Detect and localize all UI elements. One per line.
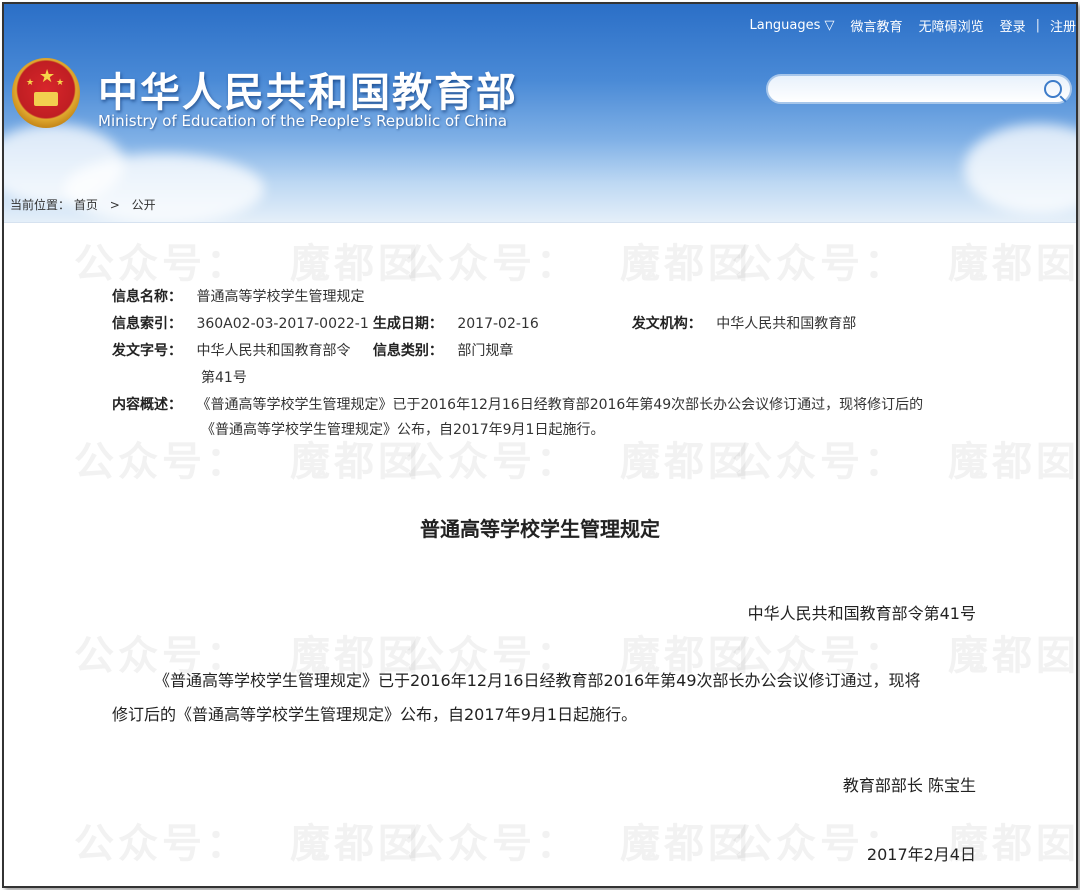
site-header: Languages ▽ 微言教育 无障碍浏览 登录 | 注册 ★ ★ ★ 中华人… xyxy=(4,4,1076,222)
search-box xyxy=(766,74,1072,104)
meta-key: 内容概述： xyxy=(112,397,182,413)
meta-key: 生成日期： xyxy=(372,316,443,332)
meta-row-docno: 发文字号： 中华人民共和国教育部令 信息类别： 部门规章 xyxy=(112,340,513,360)
weiyan-link[interactable]: 微言教育 xyxy=(851,16,903,35)
breadcrumb-label: 当前位置： xyxy=(10,198,71,212)
meta-value: 2017-02-16 xyxy=(457,316,539,332)
meta-key: 发文字号： xyxy=(112,343,182,359)
breadcrumb: 当前位置： 首页 > 公开 xyxy=(10,196,164,213)
meta-value: 《普通高等学校学生管理规定》已于2016年12月16日经教育部2016年第49次… xyxy=(196,397,924,413)
breadcrumb-home[interactable]: 首页 xyxy=(74,198,98,212)
login-link[interactable]: 登录 xyxy=(1000,16,1026,35)
meta-value: 中华人民共和国教育部 xyxy=(716,316,857,332)
document-title: 普通高等学校学生管理规定 xyxy=(420,517,660,541)
order-number: 中华人民共和国教育部令第41号 xyxy=(747,604,976,623)
site-subtitle: Ministry of Education of the People's Re… xyxy=(98,112,508,130)
meta-value: 中华人民共和国教育部令 xyxy=(196,343,351,359)
browser-frame: Languages ▽ 微言教育 无障碍浏览 登录 | 注册 ★ ★ ★ 中华人… xyxy=(2,2,1078,888)
body-line-2: 修订后的《普通高等学校学生管理规定》公布，自2017年9月1日起施行。 xyxy=(112,705,638,724)
meta-row-name: 信息名称： 普通高等学校学生管理规定 xyxy=(112,286,364,306)
national-emblem-icon: ★ ★ ★ xyxy=(12,58,80,128)
accessibility-link[interactable]: 无障碍浏览 xyxy=(919,16,984,35)
top-nav: Languages ▽ 微言教育 无障碍浏览 登录 | 注册 xyxy=(733,14,1076,36)
meta-summary-line2: 《普通高等学校学生管理规定》公布，自2017年9月1日起施行。 xyxy=(201,422,605,438)
watermark: 公众号： 魔都囡 xyxy=(404,821,752,867)
search-input[interactable] xyxy=(780,76,1044,104)
watermark: 公众号： 魔都囡 xyxy=(74,241,422,287)
meta-docno-line2: 第41号 xyxy=(201,370,247,386)
cloud-decoration xyxy=(964,124,1076,214)
meta-key: 信息名称： xyxy=(112,289,182,305)
meta-row-summary: 内容概述： 《普通高等学校学生管理规定》已于2016年12月16日经教育部201… xyxy=(112,394,923,414)
breadcrumb-current[interactable]: 公开 xyxy=(132,198,156,212)
site-title: 中华人民共和国教育部 xyxy=(98,70,518,116)
register-link[interactable]: 注册 xyxy=(1050,16,1076,35)
watermark: 公众号： 魔都囡 xyxy=(732,439,1078,485)
signing-date: 2017年2月4日 xyxy=(866,845,976,864)
search-icon[interactable] xyxy=(1044,80,1062,98)
meta-value: 部门规章 xyxy=(457,343,514,359)
meta-value: 360A02-03-2017-0022-1 xyxy=(196,316,369,332)
breadcrumb-separator: > xyxy=(109,198,120,212)
main-content: 公众号： 魔都囡 公众号： 魔都囡 公众号： 魔都囡 公众号： 魔都囡 公众号： 魔都囡 … xyxy=(4,222,1078,886)
signer: 教育部部长 陈宝生 xyxy=(842,776,976,795)
meta-row-index: 信息索引： 360A02-03-2017-0022-1 生成日期： 2017-0… xyxy=(112,313,856,333)
watermark: 公众号： 魔都囡 xyxy=(404,241,752,287)
nav-separator: | xyxy=(1035,17,1040,33)
meta-key: 发文机构： xyxy=(631,316,702,332)
languages-menu[interactable]: Languages ▽ xyxy=(749,18,834,33)
watermark: 公众号： 魔都囡 xyxy=(732,241,1078,287)
watermark: 公众号： 魔都囡 xyxy=(74,821,422,867)
body-line-1: 《普通高等学校学生管理规定》已于2016年12月16日经教育部2016年第49次… xyxy=(154,671,921,690)
meta-key: 信息索引： xyxy=(112,316,182,332)
meta-key: 信息类别： xyxy=(372,343,443,359)
meta-value: 普通高等学校学生管理规定 xyxy=(196,289,365,305)
